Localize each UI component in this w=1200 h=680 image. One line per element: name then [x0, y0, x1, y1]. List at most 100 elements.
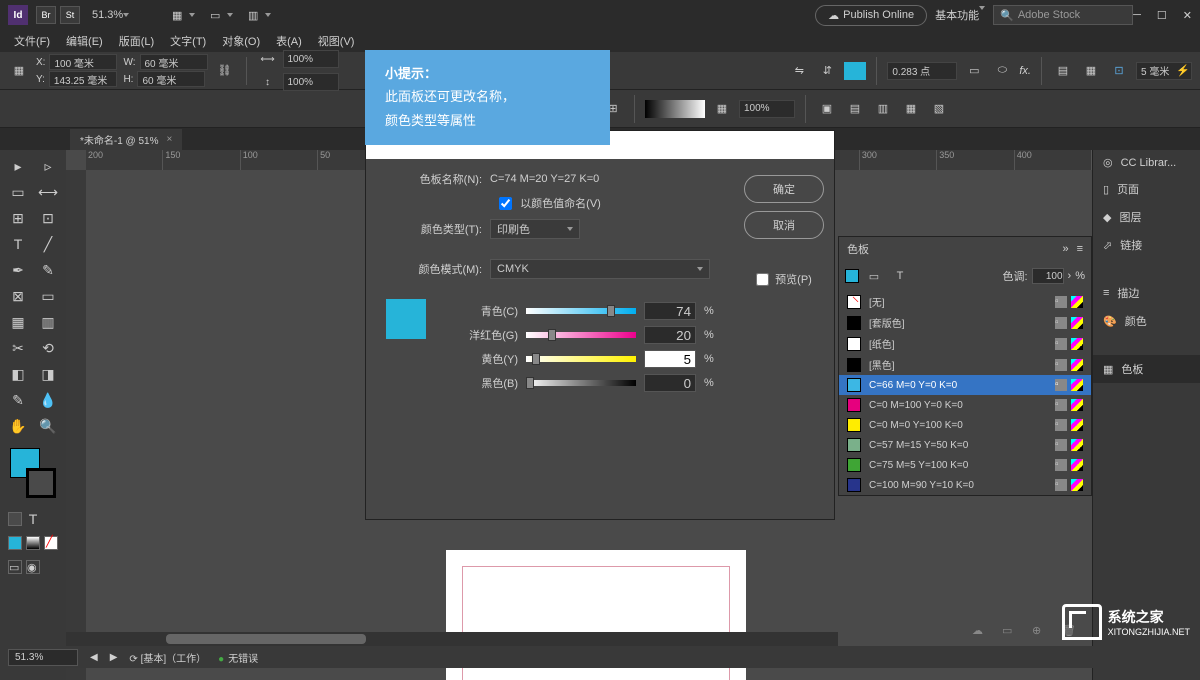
page-nav-prev-icon[interactable]: ◀ — [90, 652, 98, 663]
yellow-input[interactable] — [644, 350, 696, 368]
ok-button[interactable]: 确定 — [744, 175, 824, 203]
panel-links[interactable]: ⬀链接 — [1093, 231, 1200, 259]
badge-br[interactable]: Br — [36, 6, 56, 24]
gradient-feather-tool[interactable]: ◨ — [34, 362, 62, 386]
effects-icon[interactable]: fx. — [1019, 65, 1031, 77]
selection-tool[interactable]: ▸ — [4, 154, 32, 178]
swatch-row[interactable]: C=0 M=0 Y=100 K=0▫ — [839, 415, 1091, 435]
flip-h-icon[interactable]: ⇋ — [788, 60, 810, 82]
color-type-select[interactable]: 印刷色 — [490, 219, 580, 239]
formatting-affects-container-icon[interactable]: ▭ — [863, 265, 885, 287]
apply-color-icon[interactable] — [8, 536, 22, 550]
x-input[interactable] — [49, 54, 117, 70]
new-group-icon[interactable]: ▭ — [1002, 624, 1020, 642]
scissors-tool[interactable]: ✂ — [4, 336, 32, 360]
tint-input[interactable] — [1032, 268, 1064, 284]
view-options[interactable]: ▦ — [169, 8, 195, 22]
scale-x-input[interactable] — [283, 50, 339, 68]
opacity-icon[interactable]: ▦ — [711, 98, 733, 120]
fill-chip[interactable] — [844, 62, 866, 80]
wrap-bound-icon[interactable]: ▤ — [844, 98, 866, 120]
cyan-slider[interactable] — [526, 308, 636, 314]
cyan-input[interactable] — [644, 302, 696, 320]
stroke-style-icon[interactable]: ▭ — [963, 60, 985, 82]
fill-proxy[interactable] — [845, 269, 859, 283]
preview-view-icon[interactable]: ◉ — [26, 560, 40, 574]
magenta-input[interactable] — [644, 326, 696, 344]
frame-icon[interactable]: ⊡ — [1108, 60, 1130, 82]
rect-tool[interactable]: ▭ — [34, 284, 62, 308]
panel-cc-libraries[interactable]: ◎CC Librar... — [1093, 150, 1200, 175]
scale-y-input[interactable] — [283, 73, 339, 91]
magenta-slider[interactable] — [526, 332, 636, 338]
pen-tool[interactable]: ✒ — [4, 258, 32, 282]
apply-none-icon[interactable]: ╱ — [44, 536, 58, 550]
wrap-none-icon[interactable]: ▣ — [816, 98, 838, 120]
screen-mode[interactable]: ▭ — [207, 8, 233, 22]
gap-tool[interactable]: ⟷ — [34, 180, 62, 204]
panel-menu-icon[interactable]: ≡ — [1077, 243, 1083, 255]
new-swatch-icon[interactable]: ⊕ — [1032, 624, 1050, 642]
maximize-icon[interactable]: ☐ — [1157, 9, 1167, 22]
swatch-row[interactable]: C=0 M=100 Y=0 K=0▫ — [839, 395, 1091, 415]
page-nav-next-icon[interactable]: ▶ — [110, 652, 118, 663]
table2-tool[interactable]: ▥ — [34, 310, 62, 334]
swatch-row[interactable]: C=100 M=90 Y=10 K=0▫ — [839, 475, 1091, 495]
preview-checkbox[interactable] — [756, 273, 769, 286]
black-slider[interactable] — [526, 380, 636, 386]
pencil-tool[interactable]: ✎ — [34, 258, 62, 282]
zoom-readout[interactable]: 51.3% — [92, 9, 123, 21]
w-input[interactable] — [140, 54, 208, 70]
horizontal-scrollbar[interactable] — [66, 632, 838, 646]
publish-button[interactable]: ☁ Publish Online — [815, 5, 927, 26]
swatch-row[interactable]: C=66 M=0 Y=0 K=0▫ — [839, 375, 1091, 395]
menu-type[interactable]: 文字(T) — [164, 31, 212, 51]
reference-point-icon[interactable]: ▦ — [8, 60, 30, 82]
rect-frame-tool[interactable]: ⊠ — [4, 284, 32, 308]
h-input[interactable] — [137, 71, 205, 87]
swatch-row[interactable]: C=75 M=5 Y=100 K=0▫ — [839, 455, 1091, 475]
type-tool[interactable]: T — [4, 232, 32, 256]
menu-layout[interactable]: 版面(L) — [113, 31, 160, 51]
status-zoom[interactable]: 51.3% — [8, 649, 78, 666]
formatting-text-icon[interactable]: T — [26, 512, 40, 526]
close-icon[interactable]: ✕ — [1183, 9, 1192, 22]
table-tool[interactable]: ▦ — [4, 310, 32, 334]
content-placer-tool[interactable]: ⊡ — [34, 206, 62, 230]
stroke-color-box[interactable] — [26, 468, 56, 498]
note-tool[interactable]: ✎ — [4, 388, 32, 412]
preflight-status[interactable]: 无错误 — [218, 650, 258, 665]
preflight-profile[interactable]: ⟳ [基本]（工作） — [129, 650, 206, 665]
tab-close-icon[interactable]: × — [167, 134, 173, 145]
panel-swatches[interactable]: ▦色板 — [1093, 355, 1200, 383]
minimize-icon[interactable]: ─ — [1133, 9, 1141, 22]
menu-file[interactable]: 文件(F) — [8, 31, 56, 51]
direct-selection-tool[interactable]: ▹ — [34, 154, 62, 178]
stroke-weight-input[interactable] — [887, 62, 957, 80]
name-with-color-checkbox[interactable] — [499, 197, 512, 210]
apply-gradient-icon[interactable] — [26, 536, 40, 550]
workspace-switcher[interactable]: 基本功能 — [927, 7, 993, 23]
content-collector-tool[interactable]: ⊞ — [4, 206, 32, 230]
panel-stroke[interactable]: ≡描边 — [1093, 279, 1200, 307]
text-wrap2-icon[interactable]: ▦ — [1080, 60, 1102, 82]
wrap-shape-icon[interactable]: ▥ — [872, 98, 894, 120]
wrap-jump-icon[interactable]: ▦ — [900, 98, 922, 120]
badge-st[interactable]: St — [60, 6, 80, 24]
wrap-col-icon[interactable]: ▧ — [928, 98, 950, 120]
swatch-row[interactable]: [纸色]▫ — [839, 333, 1091, 354]
zoom-tool[interactable]: 🔍 — [34, 414, 62, 438]
swatch-row[interactable]: [套版色]▫ — [839, 312, 1091, 333]
panel-color[interactable]: 🎨颜色 — [1093, 307, 1200, 335]
link-wh-icon[interactable]: ⛓ — [214, 60, 236, 82]
cloud-sync-icon[interactable]: ☁ — [972, 624, 990, 642]
document-tab[interactable]: *未命名-1 @ 51% × — [70, 129, 182, 150]
gradient-swatch-tool[interactable]: ◧ — [4, 362, 32, 386]
corner-icon[interactable]: ⬭ — [991, 60, 1013, 82]
opacity-input[interactable] — [739, 100, 795, 118]
flip-v-icon[interactable]: ⇵ — [816, 60, 838, 82]
arrange[interactable]: ▥ — [245, 8, 271, 22]
hand-tool[interactable]: ✋ — [4, 414, 32, 438]
panel-layers[interactable]: ◆图层 — [1093, 203, 1200, 231]
eyedropper-tool[interactable]: 💧 — [34, 388, 62, 412]
